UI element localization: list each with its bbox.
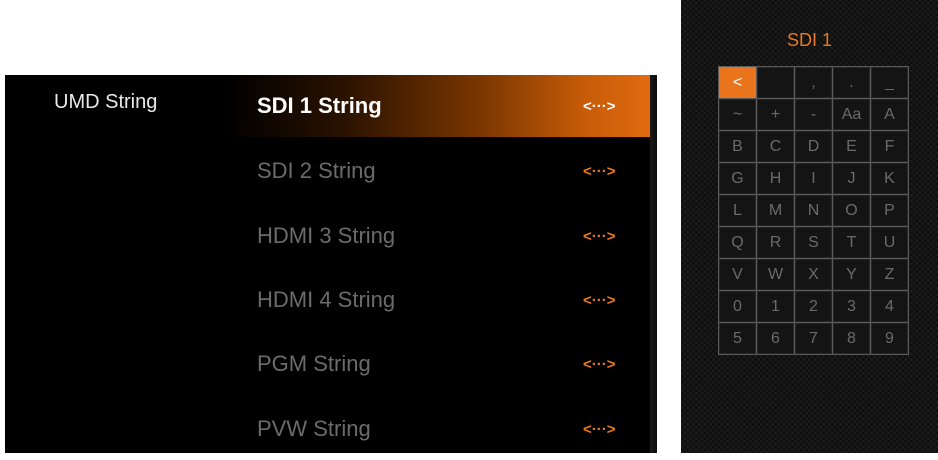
menu-item-pvw-string[interactable]: PVW String <···>	[225, 398, 650, 460]
key-b[interactable]: B	[719, 131, 756, 162]
menu-item-hdmi3-string[interactable]: HDMI 3 String <···>	[225, 205, 650, 267]
key-space[interactable]	[757, 67, 794, 98]
key-j[interactable]: J	[833, 163, 870, 194]
key-minus[interactable]: -	[795, 99, 832, 130]
key-i[interactable]: I	[795, 163, 832, 194]
key-c[interactable]: C	[757, 131, 794, 162]
key-7[interactable]: 7	[795, 323, 832, 354]
key-case-toggle[interactable]: Aa	[833, 99, 870, 130]
keyboard-panel: SDI 1 < , . _ ~ + - Aa A B C D E F G H I…	[681, 0, 938, 453]
menu-item-value: <···>	[583, 162, 616, 180]
key-v[interactable]: V	[719, 259, 756, 290]
menu-item-pgm-string[interactable]: PGM String <···>	[225, 333, 650, 395]
key-0[interactable]: 0	[719, 291, 756, 322]
key-k[interactable]: K	[871, 163, 908, 194]
key-a[interactable]: A	[871, 99, 908, 130]
key-tilde[interactable]: ~	[719, 99, 756, 130]
key-5[interactable]: 5	[719, 323, 756, 354]
menu-item-label: HDMI 3 String	[257, 223, 396, 248]
keyboard-grid: < , . _ ~ + - Aa A B C D E F G H I J K L…	[718, 66, 909, 355]
key-q[interactable]: Q	[719, 227, 756, 258]
key-p[interactable]: P	[871, 195, 908, 226]
key-8[interactable]: 8	[833, 323, 870, 354]
menu-title: UMD String	[54, 91, 158, 113]
key-h[interactable]: H	[757, 163, 794, 194]
key-y[interactable]: Y	[833, 259, 870, 290]
key-1[interactable]: 1	[757, 291, 794, 322]
menu-item-value: <···>	[583, 420, 616, 438]
key-underscore[interactable]: _	[871, 67, 908, 98]
menu-item-value: <···>	[583, 97, 616, 115]
key-u[interactable]: U	[871, 227, 908, 258]
umd-menu-panel: UMD String SDI 1 String <···> SDI 2 Stri…	[5, 75, 657, 453]
menu-item-value: <···>	[583, 227, 616, 245]
menu-item-label: PGM String	[257, 351, 371, 376]
key-g[interactable]: G	[719, 163, 756, 194]
menu-item-label: PVW String	[257, 416, 371, 441]
menu-item-sdi2-string[interactable]: SDI 2 String <···>	[225, 140, 650, 202]
key-m[interactable]: M	[757, 195, 794, 226]
menu-item-label: HDMI 4 String	[257, 287, 396, 312]
menu-divider	[650, 75, 657, 453]
key-6[interactable]: 6	[757, 323, 794, 354]
key-2[interactable]: 2	[795, 291, 832, 322]
key-l[interactable]: L	[719, 195, 756, 226]
key-n[interactable]: N	[795, 195, 832, 226]
key-comma[interactable]: ,	[795, 67, 832, 98]
key-s[interactable]: S	[795, 227, 832, 258]
menu-item-label: SDI 2 String	[257, 158, 376, 183]
key-period[interactable]: .	[833, 67, 870, 98]
menu-item-hdmi4-string[interactable]: HDMI 4 String <···>	[225, 269, 650, 331]
key-plus[interactable]: +	[757, 99, 794, 130]
key-3[interactable]: 3	[833, 291, 870, 322]
keyboard-title: SDI 1	[786, 30, 833, 50]
key-o[interactable]: O	[833, 195, 870, 226]
key-r[interactable]: R	[757, 227, 794, 258]
key-4[interactable]: 4	[871, 291, 908, 322]
menu-item-sdi1-string[interactable]: SDI 1 String <···>	[225, 75, 650, 137]
key-z[interactable]: Z	[871, 259, 908, 290]
menu-item-value: <···>	[583, 355, 616, 373]
key-x[interactable]: X	[795, 259, 832, 290]
menu-item-value: <···>	[583, 291, 616, 309]
menu-item-label: SDI 1 String	[257, 93, 382, 118]
key-e[interactable]: E	[833, 131, 870, 162]
key-backspace[interactable]: <	[719, 67, 756, 98]
key-w[interactable]: W	[757, 259, 794, 290]
key-9[interactable]: 9	[871, 323, 908, 354]
key-t[interactable]: T	[833, 227, 870, 258]
key-f[interactable]: F	[871, 131, 908, 162]
key-d[interactable]: D	[795, 131, 832, 162]
